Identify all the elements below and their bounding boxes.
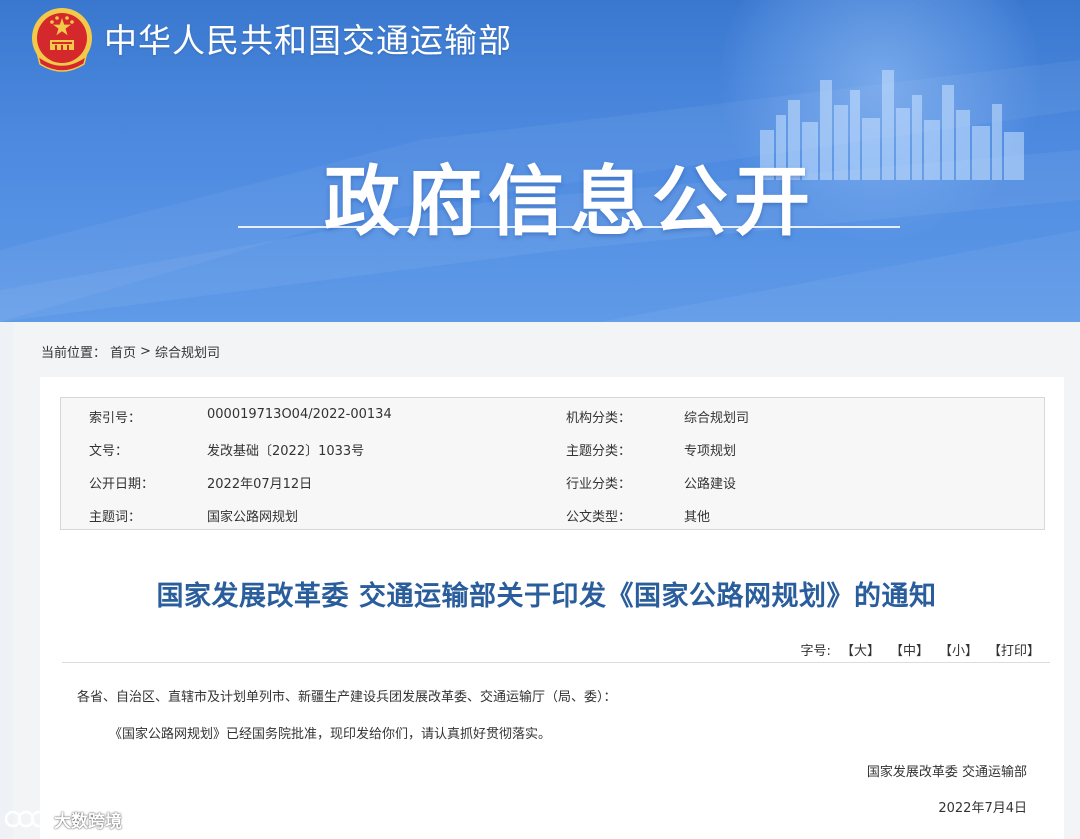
metadata-label: 索引号： [89,411,142,426]
breadcrumb-section-link[interactable]: 综合规划司 [155,342,220,361]
metadata-value: 公路建设 [684,477,737,492]
metadata-row: 索引号： 000019713O04/2022-00134 机构分类： 综合规划司 [61,398,1046,431]
national-emblem-icon [32,8,92,72]
breadcrumb-label: 当前位置： [41,346,107,361]
metadata-value: 其他 [684,510,711,525]
font-medium-button[interactable]: 【中】 [890,640,929,659]
font-small-button[interactable]: 【小】 [939,640,978,659]
signature-organization: 国家发展改革委 交通运输部 [866,765,1027,780]
font-large-button[interactable]: 【大】 [841,640,880,659]
watermark-logo-icon [4,810,48,828]
metadata-value: 专项规划 [684,444,737,459]
watermark-text: 大数跨境 [54,811,122,832]
font-size-toolbar: 字号: 【大】 【中】 【小】 【打印】 [801,640,1040,659]
document-title: 国家发展改革委 交通运输部关于印发《国家公路网规划》的通知 [156,581,937,612]
banner: 中华人民共和国交通运输部 政府信息公开 [0,0,1080,322]
font-size-label: 字号: [800,644,831,659]
metadata-value: 2022年07月12日 [207,477,313,492]
content-area: 当前位置： 首页 > 综合规划司 索引号： 000019713O04/2022-… [13,322,1080,839]
document-paragraph: 《国家公路网规划》已经国务院批准，现印发给你们，请认真抓好贯彻落实。 [109,727,552,742]
metadata-row: 公开日期： 2022年07月12日 行业分类： 公路建设 [61,464,1046,497]
metadata-value: 综合规划司 [684,411,750,426]
banner-underline [238,226,900,228]
metadata-table: 索引号： 000019713O04/2022-00134 机构分类： 综合规划司… [60,397,1045,530]
metadata-value: 国家公路网规划 [207,510,299,525]
signature-date: 2022年7月4日 [938,801,1027,816]
metadata-value: 发改基础〔2022〕1033号 [207,444,365,459]
metadata-row: 文号： 发改基础〔2022〕1033号 主题分类： 专项规划 [61,431,1046,464]
document-paragraph: 各省、自治区、直辖市及计划单列市、新疆生产建设兵团发展改革委、交通运输厅（局、委… [77,690,617,705]
metadata-label: 主题词： [89,510,142,525]
metadata-label: 行业分类： [566,477,632,492]
metadata-label: 公开日期： [89,477,155,492]
content-divider [62,662,1050,663]
metadata-label: 公文类型： [566,510,632,525]
metadata-row: 主题词： 国家公路网规划 公文类型： 其他 [61,497,1046,530]
metadata-label: 文号： [89,444,129,459]
banner-title: 政府信息公开 [324,157,816,246]
breadcrumb: 当前位置： 首页 > 综合规划司 [41,342,220,361]
breadcrumb-separator: > [140,344,151,359]
metadata-label: 机构分类： [566,411,632,426]
watermark: 大数跨境 [4,806,122,832]
breadcrumb-home-link[interactable]: 首页 [110,342,136,361]
ministry-name: 中华人民共和国交通运输部 [104,21,512,60]
print-button[interactable]: 【打印】 [988,640,1040,659]
metadata-label: 主题分类： [566,444,632,459]
metadata-value: 000019713O04/2022-00134 [207,407,392,422]
